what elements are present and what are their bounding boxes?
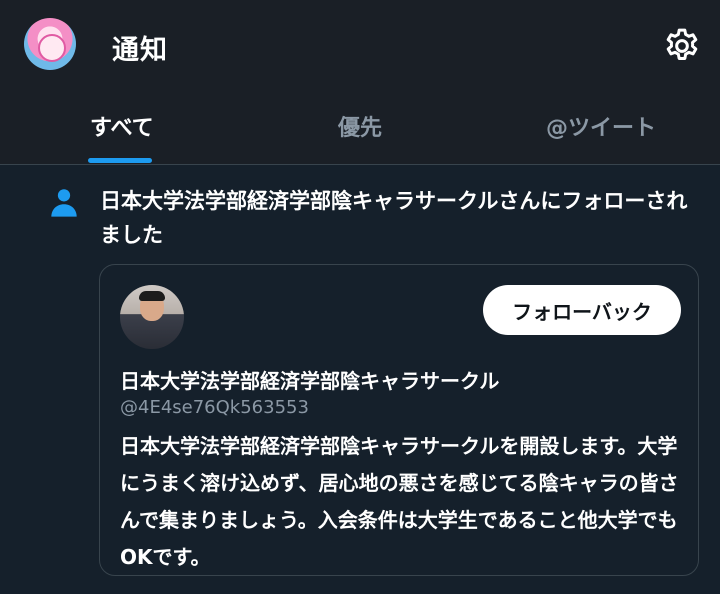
app-header: 通知 すべて 優先 @ツイート — [0, 0, 720, 165]
notification-text[interactable]: 日本大学法学部経済学部陰キャラサークルさんにフォローされました — [100, 184, 700, 252]
active-tab-indicator — [88, 158, 152, 163]
account-handle[interactable]: @4E4se76Qk563553 — [120, 397, 309, 418]
page-title: 通知 — [112, 35, 168, 66]
account-avatar[interactable] — [120, 285, 184, 349]
tab-bar: すべて 優先 @ツイート — [0, 100, 720, 164]
avatar-face — [38, 34, 66, 62]
tab-priority[interactable]: 優先 — [338, 110, 382, 142]
follow-back-button[interactable]: フォローバック — [483, 285, 681, 335]
gear-icon[interactable] — [662, 26, 702, 66]
account-display-name[interactable]: 日本大学法学部経済学部陰キャラサークル — [120, 365, 499, 394]
account-bio: 日本大学法学部経済学部陰キャラサークルを開設します。大学にうまく溶け込めず、居心… — [120, 434, 679, 569]
tab-mentions[interactable]: @ツイート — [546, 110, 656, 142]
account-card[interactable]: フォローバック 日本大学法学部経済学部陰キャラサークル @4E4se76Qk56… — [99, 264, 699, 576]
avatar-hair — [139, 291, 165, 301]
user-avatar[interactable] — [24, 18, 76, 70]
tab-all[interactable]: すべて — [90, 110, 154, 142]
person-icon — [51, 189, 77, 217]
